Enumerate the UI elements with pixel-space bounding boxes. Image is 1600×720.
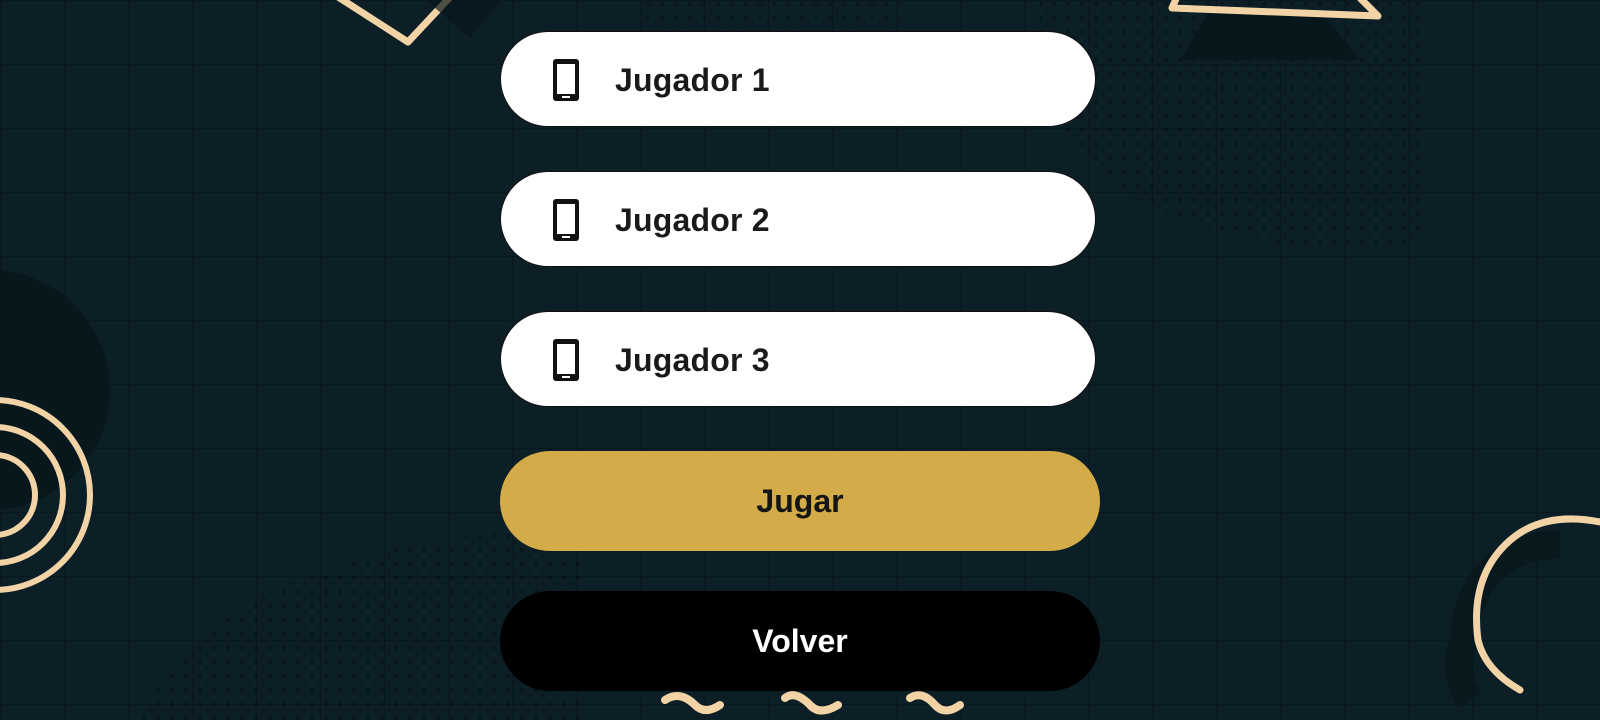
phone-icon (553, 199, 579, 241)
back-button[interactable]: Volver (500, 591, 1100, 691)
player-field-2[interactable]: Jugador 2 (500, 171, 1096, 267)
player-name-1: Jugador 1 (615, 62, 770, 98)
play-button[interactable]: Jugar (500, 451, 1100, 551)
phone-icon (553, 339, 579, 381)
phone-icon (553, 59, 579, 101)
player-field-3[interactable]: Jugador 3 (500, 311, 1096, 407)
player-field-1[interactable]: Jugador 1 (500, 31, 1096, 127)
player-name-2: Jugador 2 (615, 202, 770, 238)
player-form: Jugador 1 Jugador 2 Jugador 3 Jugar Volv… (500, 31, 1100, 691)
game-screen: Jugador 1 Jugador 2 Jugador 3 Jugar Volv… (0, 0, 1600, 720)
player-name-3: Jugador 3 (615, 342, 770, 378)
